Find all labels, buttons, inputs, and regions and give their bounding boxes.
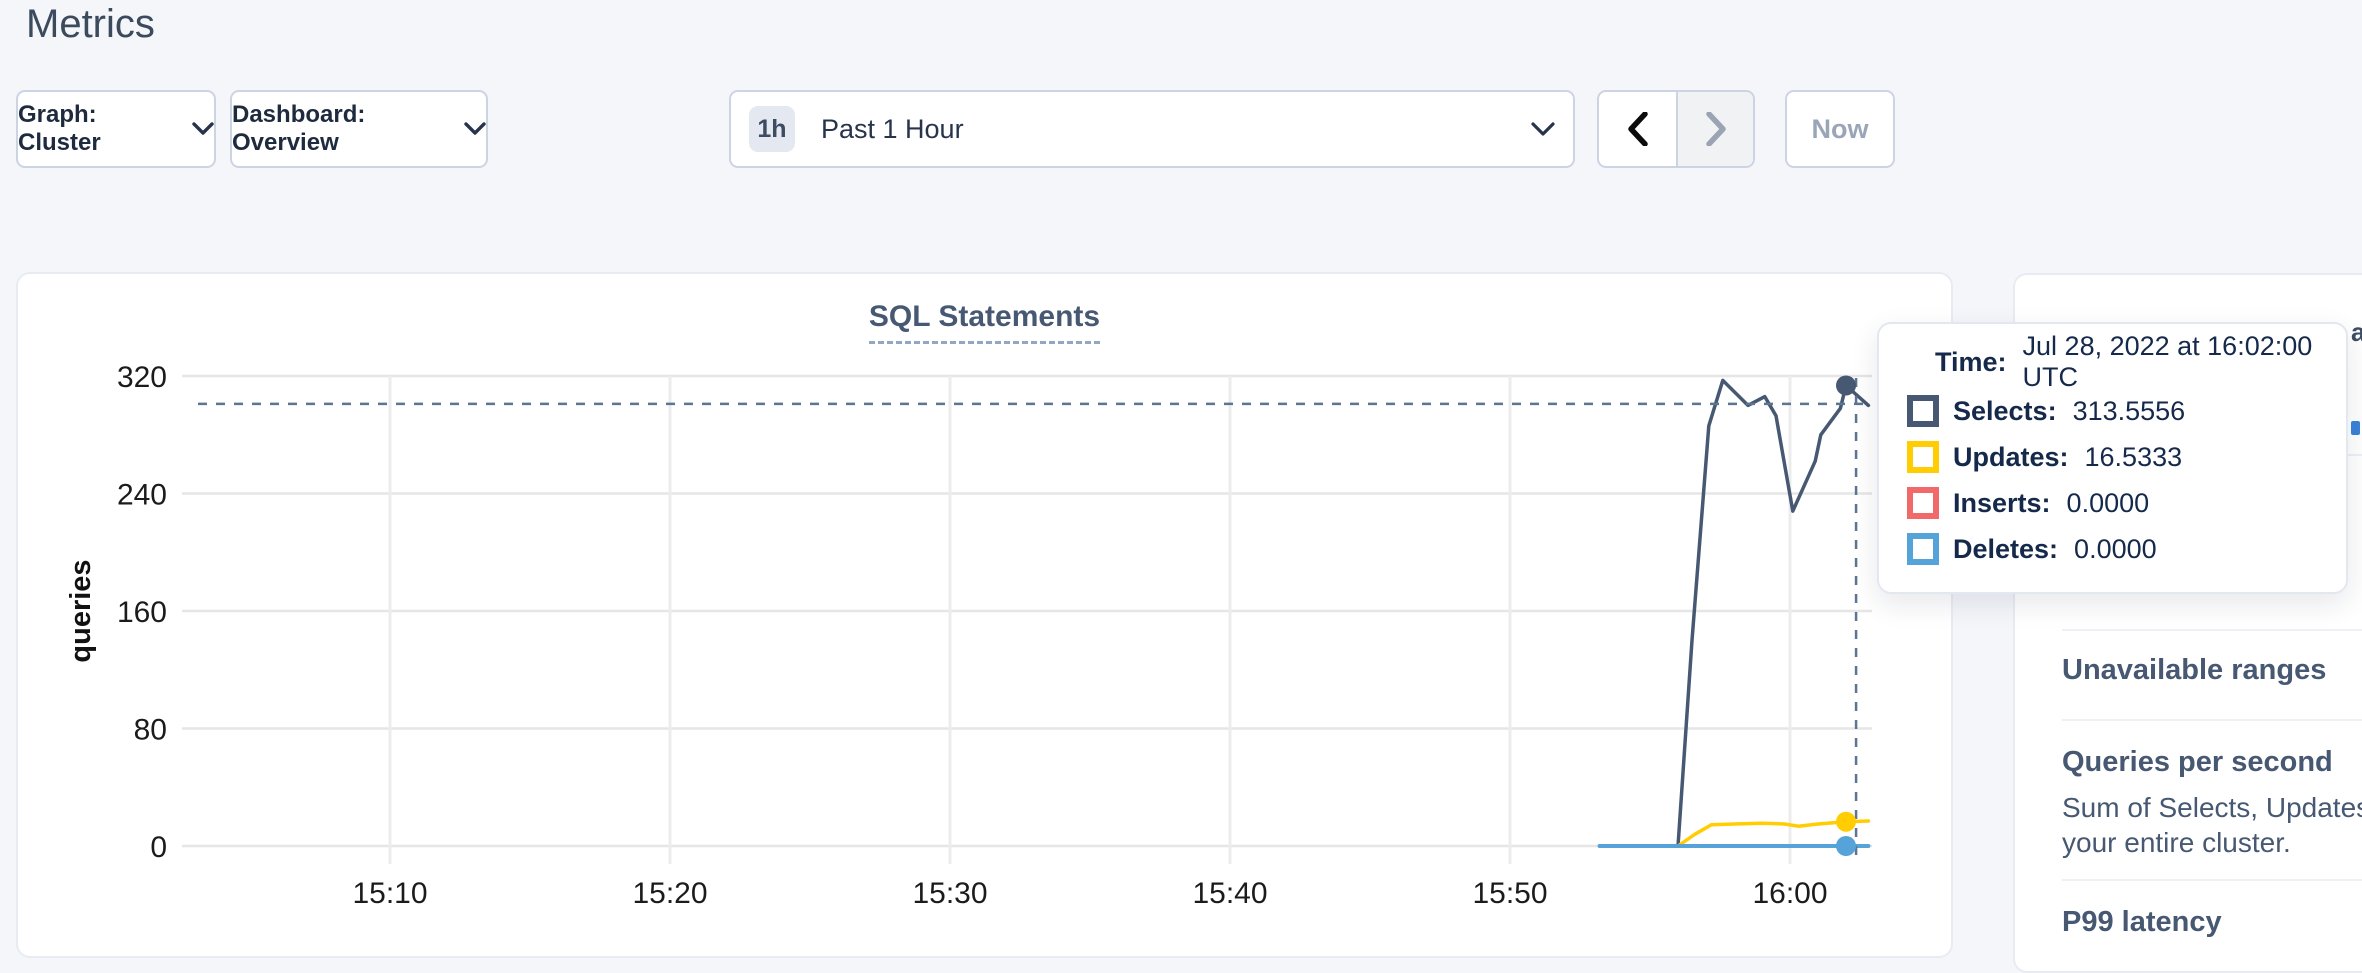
sidebar-heading-unavailable-ranges: Unavailable ranges xyxy=(2062,654,2326,687)
chevron-down-icon xyxy=(1531,122,1555,137)
tooltip-series-value: 16.5333 xyxy=(2085,442,2183,473)
graph-dropdown[interactable]: Graph: Cluster xyxy=(16,90,216,168)
time-step-button-group xyxy=(1597,90,1755,168)
tooltip-series-value: 313.5556 xyxy=(2073,396,2186,427)
svg-text:15:20: 15:20 xyxy=(632,877,707,910)
divider xyxy=(2062,879,2362,881)
svg-text:80: 80 xyxy=(134,714,167,747)
page-title: Metrics xyxy=(26,2,155,47)
sidebar-heading-queries-per-second: Queries per second xyxy=(2062,746,2333,779)
tooltip-series-value: 0.0000 xyxy=(2074,534,2157,565)
tooltip-series-label: Updates: xyxy=(1953,442,2069,473)
chevron-down-icon xyxy=(464,122,486,136)
svg-text:160: 160 xyxy=(117,596,167,629)
tooltip-row-deletes: Deletes: 0.0000 xyxy=(1907,526,2346,572)
sql-statements-chart-card: SQL Statements 08016024032015:1015:2015:… xyxy=(16,272,1953,958)
svg-text:15:10: 15:10 xyxy=(352,877,427,910)
dashboard-dropdown[interactable]: Dashboard: Overview xyxy=(230,90,488,168)
tooltip-series-label: Deletes: xyxy=(1953,534,2058,565)
selects-series-swatch-icon xyxy=(1907,395,1939,427)
time-range-badge: 1h xyxy=(749,106,795,152)
tooltip-row-inserts: Inserts: 0.0000 xyxy=(1907,480,2346,526)
deletes-series-swatch-icon xyxy=(1907,533,1939,565)
svg-text:15:50: 15:50 xyxy=(1472,877,1547,910)
tooltip-row-updates: Updates: 16.5333 xyxy=(1907,434,2346,480)
tooltip-time-label: Time: xyxy=(1935,347,2007,378)
previous-time-button[interactable] xyxy=(1599,92,1676,166)
sidebar-heading-p99-latency: P99 latency xyxy=(2062,906,2222,939)
dashboard-dropdown-label: Dashboard: Overview xyxy=(232,101,450,157)
chevron-left-icon xyxy=(1628,112,1648,146)
tooltip-series-label: Selects: xyxy=(1953,396,2057,427)
svg-text:0: 0 xyxy=(150,831,167,864)
chevron-down-icon xyxy=(192,122,214,136)
tooltip-time-value: Jul 28, 2022 at 16:02:00 UTC xyxy=(2023,331,2346,393)
svg-text:queries: queries xyxy=(65,559,97,662)
tooltip-series-label: Inserts: xyxy=(1953,488,2051,519)
divider xyxy=(2062,629,2362,631)
chevron-right-icon xyxy=(1706,112,1726,146)
updates-series-swatch-icon xyxy=(1907,441,1939,473)
svg-text:320: 320 xyxy=(117,361,167,394)
svg-text:15:40: 15:40 xyxy=(1192,877,1267,910)
tooltip-row-selects: Selects: 313.5556 xyxy=(1907,388,2346,434)
partial-text-fragment: a xyxy=(2351,317,2362,348)
next-time-button[interactable] xyxy=(1676,92,1753,166)
partial-link-fragment xyxy=(2351,421,2360,435)
svg-text:240: 240 xyxy=(117,479,167,512)
divider xyxy=(2062,719,2362,721)
now-button[interactable]: Now xyxy=(1785,90,1895,168)
time-range-select[interactable]: 1h Past 1 Hour xyxy=(729,90,1575,168)
sidebar-text-line: your entire cluster. xyxy=(2062,827,2291,859)
sql-statements-line-chart[interactable]: 0 80 160 240 320 15:10 15:20 15:30 15:40 15:50 16:… xyxy=(18,274,1951,956)
svg-text:16:00: 16:00 xyxy=(1752,877,1827,910)
tooltip-series-value: 0.0000 xyxy=(2067,488,2150,519)
inserts-series-swatch-icon xyxy=(1907,487,1939,519)
sidebar-text-line: Sum of Selects, Updates, Inserts and Del… xyxy=(2062,792,2362,824)
time-range-label: Past 1 Hour xyxy=(821,114,964,145)
graph-dropdown-label: Graph: Cluster xyxy=(18,101,178,157)
svg-text:15:30: 15:30 xyxy=(912,877,987,910)
chart-hover-tooltip: Time: Jul 28, 2022 at 16:02:00 UTC Selec… xyxy=(1877,322,2348,594)
